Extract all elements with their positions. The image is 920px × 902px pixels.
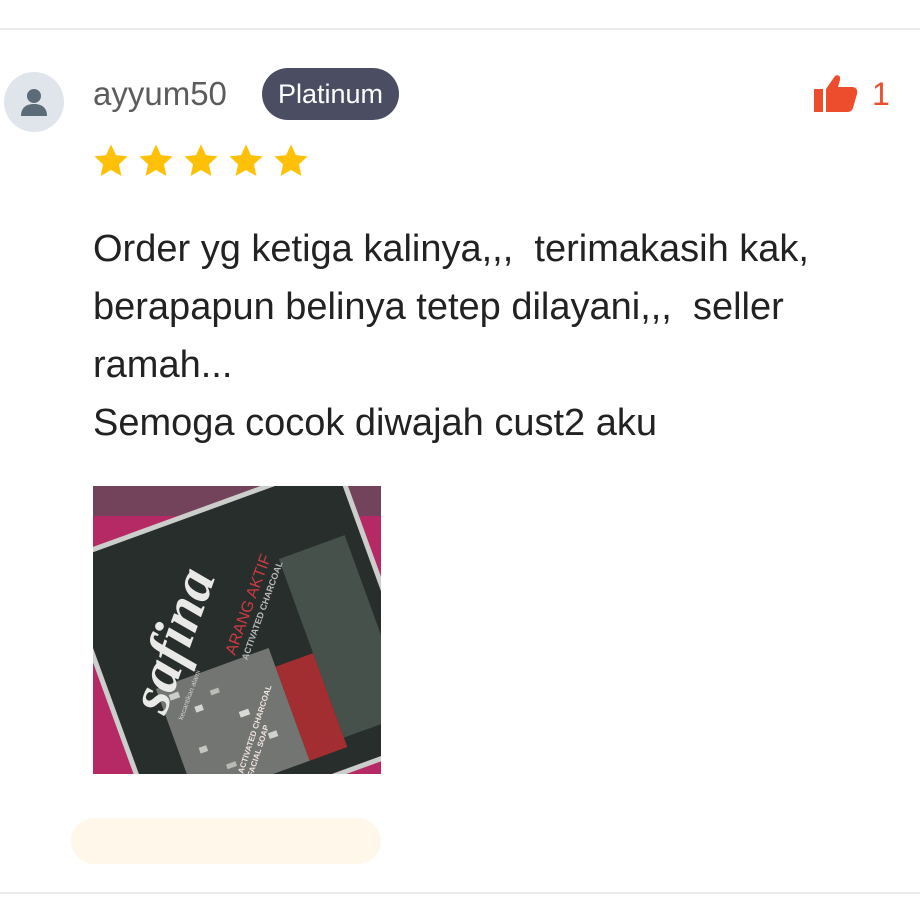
like-button[interactable]: 1 xyxy=(812,74,890,114)
user-avatar-icon[interactable] xyxy=(4,72,64,132)
star-icon xyxy=(94,144,128,177)
thumbs-up-icon xyxy=(814,75,858,112)
product-photo-image: safina kecantikan alami ARANG AKTIF ACTI… xyxy=(93,486,381,774)
star-rating xyxy=(92,142,310,180)
review-text: Order yg ketiga kalinya,,, terimakasih k… xyxy=(93,228,809,444)
review-photo[interactable]: safina kecantikan alami ARANG AKTIF ACTI… xyxy=(93,486,381,774)
person-icon xyxy=(21,89,47,116)
top-divider xyxy=(0,28,920,30)
star-icon xyxy=(274,144,308,177)
star-icon xyxy=(229,144,263,177)
star-icon xyxy=(139,144,173,177)
like-count: 1 xyxy=(872,76,890,112)
reviewer-username[interactable]: ayyum50 xyxy=(93,74,227,114)
star-icon xyxy=(184,144,218,177)
platinum-badge: Platinum xyxy=(262,68,400,120)
seller-reply-placeholder xyxy=(71,818,381,864)
bottom-divider xyxy=(0,892,920,894)
